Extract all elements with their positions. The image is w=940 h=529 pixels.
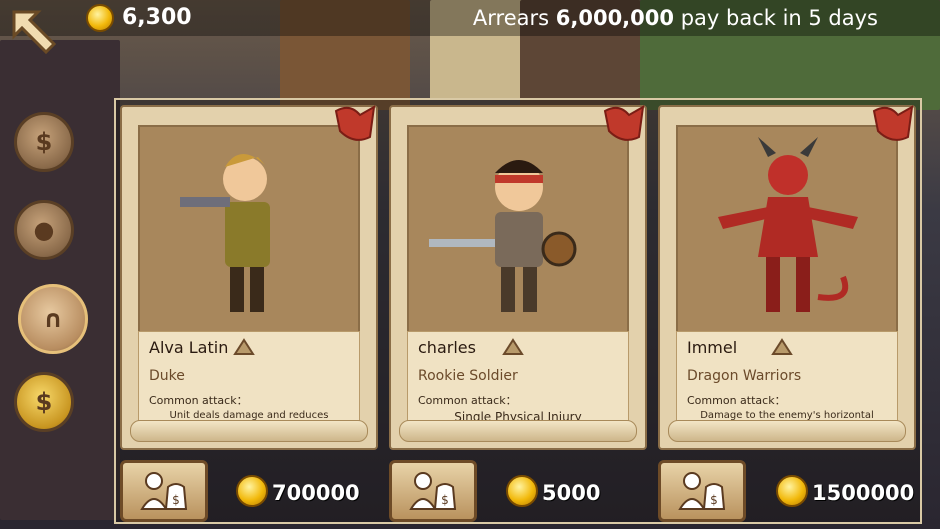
soldier-character-icon — [429, 160, 577, 312]
hero-card[interactable]: Immel Dragon Warriors Common attack： Dam… — [658, 105, 916, 450]
ribbon-bookmark-icon — [334, 105, 376, 141]
scroll-roll — [399, 420, 637, 442]
gold-coin-icon — [776, 475, 808, 507]
hero-portrait — [676, 125, 898, 335]
hire-hero-icon: $ — [409, 472, 457, 510]
back-arrow-icon[interactable] — [8, 6, 60, 56]
rank-triangle-icon — [771, 338, 793, 355]
hero-class: Rookie Soldier — [418, 368, 518, 384]
hero-class: Dragon Warriors — [687, 368, 802, 384]
hero-card[interactable]: Alva Latin Duke Common attack： Unit deal… — [120, 105, 378, 450]
arrears-notice: Arrears 6,000,000 pay back in 5 days — [473, 4, 878, 32]
background-wall — [0, 40, 120, 520]
hero-card[interactable]: charles Rookie Soldier Common attack： Si… — [389, 105, 647, 450]
hero-name: Immel — [687, 338, 738, 357]
buy-hero-button[interactable]: $ — [389, 460, 477, 522]
attack-label: Common attack： — [149, 394, 248, 407]
gold-coin-icon — [236, 475, 268, 507]
side-tab-gold-money-bag[interactable]: $ — [14, 372, 74, 432]
gold-coin-icon — [86, 4, 114, 32]
hero-price: 700000 — [272, 481, 360, 505]
scroll-roll — [130, 420, 368, 442]
hero-portrait — [138, 125, 360, 335]
attack-label: Common attack： — [687, 394, 786, 407]
hero-info: charles Rookie Soldier Common attack： Si… — [407, 331, 629, 426]
ribbon-bookmark-icon — [603, 105, 645, 141]
buy-hero-button[interactable]: $ — [120, 460, 208, 522]
hero-portrait — [407, 125, 629, 335]
dragon-warrior-character-icon — [718, 137, 858, 312]
side-tab-stone[interactable]: ● — [14, 200, 74, 260]
gold-coin-icon — [506, 475, 538, 507]
arrears-deadline: pay back in 5 days — [680, 6, 878, 30]
rank-triangle-icon — [233, 338, 255, 355]
gold-amount: 6,300 — [122, 5, 192, 30]
hero-class: Duke — [149, 368, 185, 384]
side-tab-horseshoe[interactable]: ∩ — [18, 284, 88, 354]
arrears-label: Arrears — [472, 6, 550, 30]
gold-money-bag-icon: $ — [35, 388, 53, 416]
svg-text:$: $ — [441, 493, 449, 507]
hero-name: Alva Latin — [149, 338, 229, 357]
hero-info: Immel Dragon Warriors Common attack： Dam… — [676, 331, 898, 426]
svg-text:$: $ — [710, 493, 718, 507]
money-bag-icon: $ — [35, 128, 53, 156]
svg-text:$: $ — [172, 493, 180, 507]
stone-icon: ● — [33, 216, 55, 244]
horseshoe-icon: ∩ — [43, 305, 63, 333]
hire-hero-icon: $ — [678, 472, 726, 510]
side-tab-money-bag[interactable]: $ — [14, 112, 74, 172]
arrears-amount: 6,000,000 — [555, 6, 674, 30]
hire-hero-icon: $ — [140, 472, 188, 510]
scroll-roll — [668, 420, 906, 442]
hero-info: Alva Latin Duke Common attack： Unit deal… — [138, 331, 360, 426]
ribbon-bookmark-icon — [872, 105, 914, 141]
buy-hero-button[interactable]: $ — [658, 460, 746, 522]
hero-name: charles — [418, 338, 476, 357]
hero-price: 1500000 — [812, 481, 915, 505]
attack-label: Common attack： — [418, 394, 517, 407]
hero-price: 5000 — [542, 481, 601, 505]
gunslinger-character-icon — [180, 153, 270, 312]
rank-triangle-icon — [502, 338, 524, 355]
